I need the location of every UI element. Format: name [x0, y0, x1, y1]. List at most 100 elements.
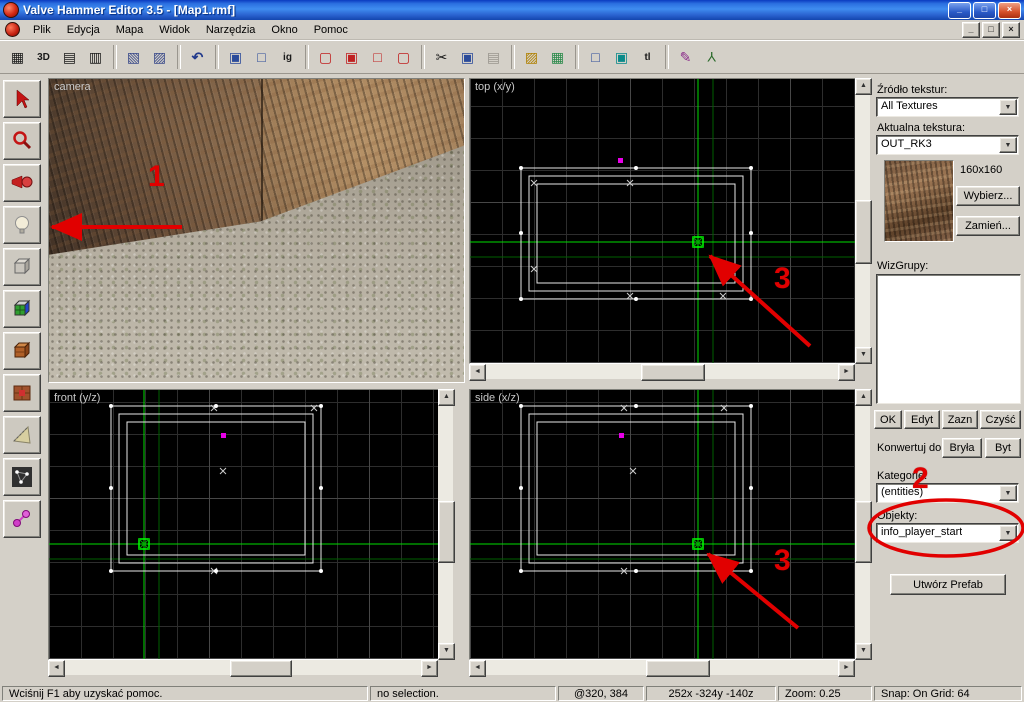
scroll-up-icon[interactable]: ▲ [855, 78, 872, 95]
minimize-icon[interactable]: _ [948, 1, 971, 19]
scroll-up-icon[interactable]: ▲ [855, 389, 872, 406]
categories-dropdown[interactable]: (entities) ▼ [876, 483, 1019, 503]
clipping-tool-button[interactable] [3, 416, 41, 454]
scroll-down-icon[interactable]: ▼ [438, 643, 455, 660]
chevron-down-icon[interactable]: ▼ [999, 525, 1017, 541]
categories-value: (entities) [881, 486, 924, 498]
vis-groups-list[interactable] [876, 274, 1021, 404]
texture-source-dropdown[interactable]: All Textures ▼ [876, 97, 1019, 117]
browse-texture-button[interactable]: Wybierz... [956, 186, 1020, 206]
side-view-vscrollbar[interactable]: ▲ ▼ [855, 389, 872, 660]
menu-narzedzia[interactable]: Narzędzia [198, 22, 264, 38]
texture-lock-button[interactable]: tl [635, 44, 660, 70]
copy-button[interactable]: ▣ [455, 44, 480, 70]
grid-toggle-button[interactable]: ▦ [5, 44, 30, 70]
undo-button[interactable]: ↶ [185, 44, 210, 70]
cordon-button[interactable]: ▢ [391, 44, 416, 70]
restore-icon[interactable]: □ [973, 1, 996, 19]
cascade-windows-button[interactable]: ▧ [121, 44, 146, 70]
scrollbar-thumb[interactable] [438, 501, 455, 563]
carve-button[interactable]: ▢ [313, 44, 338, 70]
groups-edit-button[interactable]: Edyt [904, 410, 940, 429]
select-objects-button[interactable]: ▣ [223, 44, 248, 70]
front-view-vscrollbar[interactable]: ▲ ▼ [438, 389, 455, 660]
entity-tool-button[interactable] [3, 206, 41, 244]
zoom-box-button[interactable]: ▣ [609, 44, 634, 70]
paste-button[interactable]: ▤ [481, 44, 506, 70]
to-world-button[interactable]: Bryła [942, 438, 982, 458]
groups-clear-button[interactable]: Czyść [980, 410, 1021, 429]
split-tool-button[interactable]: Y [699, 44, 724, 70]
path-tool-button[interactable] [3, 500, 41, 538]
scroll-right-icon[interactable]: ► [838, 364, 855, 381]
ungroup-button[interactable]: □ [365, 44, 390, 70]
scroll-up-icon[interactable]: ▲ [438, 389, 455, 406]
mdi-minimize-icon[interactable]: _ [962, 21, 980, 38]
scroll-right-icon[interactable]: ► [838, 660, 855, 677]
scrollbar-thumb[interactable] [855, 501, 872, 563]
replace-texture-button[interactable]: Zamień... [956, 216, 1020, 236]
mdi-close-icon[interactable]: × [1002, 21, 1020, 38]
vertex-tool-button[interactable] [3, 458, 41, 496]
camera-tool-button[interactable] [3, 164, 41, 202]
menu-edycja[interactable]: Edycja [59, 22, 108, 38]
scroll-left-icon[interactable]: ◄ [469, 660, 486, 677]
texture-lock-icon: tl [644, 51, 651, 63]
current-texture-dropdown[interactable]: OUT_RK3 ▼ [876, 135, 1019, 155]
entity-origin-marker [221, 433, 226, 438]
scroll-left-icon[interactable]: ◄ [469, 364, 486, 381]
scrollbar-thumb[interactable] [641, 364, 705, 381]
block-tool-button[interactable] [3, 248, 41, 286]
apply-texture-tool-button[interactable] [3, 332, 41, 370]
chevron-down-icon[interactable]: ▼ [999, 485, 1017, 501]
front-view-hscrollbar[interactable]: ◄ ► [48, 660, 438, 677]
scrollbar-thumb[interactable] [646, 660, 710, 677]
camera-viewport[interactable]: camera [48, 78, 465, 383]
create-prefab-button[interactable]: Utwórz Prefab [890, 574, 1006, 595]
scroll-down-icon[interactable]: ▼ [855, 347, 872, 364]
close-icon[interactable]: × [998, 1, 1021, 19]
texture-bars-button[interactable]: ▨ [519, 44, 544, 70]
tile-windows-button[interactable]: ▨ [147, 44, 172, 70]
toggle-textures-tool-button[interactable] [3, 290, 41, 328]
chevron-down-icon[interactable]: ▼ [999, 99, 1017, 115]
menu-bar: Plik Edycja Mapa Widok Narzędzia Okno Po… [0, 20, 1024, 40]
menu-plik[interactable]: Plik [25, 22, 59, 38]
menu-pomoc[interactable]: Pomoc [306, 22, 356, 38]
scroll-right-icon[interactable]: ► [421, 660, 438, 677]
texture-bars-alt-button[interactable]: ▦ [545, 44, 570, 70]
selection-box-button[interactable]: □ [583, 44, 608, 70]
mdi-restore-icon[interactable]: □ [982, 21, 1000, 38]
decal-tool-icon [13, 385, 31, 401]
color-tool-button[interactable]: ✎ [673, 44, 698, 70]
select-group-button[interactable]: □ [249, 44, 274, 70]
scrollbar-thumb[interactable] [230, 660, 292, 677]
top-viewport[interactable]: top (x/y) [469, 78, 856, 364]
groups-ok-button[interactable]: OK [874, 410, 902, 429]
objects-dropdown[interactable]: info_player_start ▼ [876, 523, 1019, 543]
scroll-down-icon[interactable]: ▼ [855, 643, 872, 660]
menu-mapa[interactable]: Mapa [108, 22, 152, 38]
magnify-tool-button[interactable] [3, 122, 41, 160]
menu-widok[interactable]: Widok [151, 22, 198, 38]
groups-mark-button[interactable]: Zazn [942, 410, 978, 429]
scrollbar-corner [855, 660, 871, 675]
cut-button[interactable]: ✂ [429, 44, 454, 70]
top-view-vscrollbar[interactable]: ▲ ▼ [855, 78, 872, 364]
grid-smaller-button[interactable]: ▤ [57, 44, 82, 70]
grid-3d-button[interactable]: 3D [31, 44, 56, 70]
scrollbar-thumb[interactable] [855, 200, 872, 264]
group-button[interactable]: ▣ [339, 44, 364, 70]
chevron-down-icon[interactable]: ▼ [999, 137, 1017, 153]
side-viewport[interactable]: side (x/z) [469, 389, 856, 660]
front-viewport[interactable]: front (y/z) [48, 389, 439, 660]
ignore-groups-button[interactable]: ig [275, 44, 300, 70]
side-view-hscrollbar[interactable]: ◄ ► [469, 660, 855, 677]
grid-larger-button[interactable]: ▥ [83, 44, 108, 70]
menu-okno[interactable]: Okno [263, 22, 305, 38]
selection-tool-button[interactable] [3, 80, 41, 118]
decal-tool-button[interactable] [3, 374, 41, 412]
scroll-left-icon[interactable]: ◄ [48, 660, 65, 677]
to-entity-button[interactable]: Byt [985, 438, 1021, 458]
top-view-hscrollbar[interactable]: ◄ ► [469, 364, 855, 381]
